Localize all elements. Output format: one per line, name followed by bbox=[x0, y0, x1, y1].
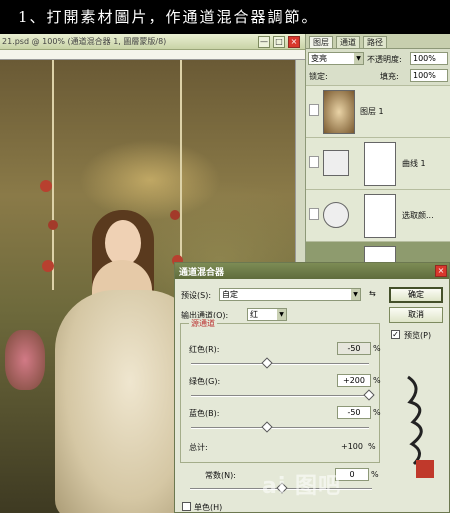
dialog-title: 通道混合器 bbox=[179, 268, 225, 278]
watermark-text: ai 图吧 bbox=[262, 474, 342, 499]
visibility-toggle[interactable] bbox=[309, 104, 319, 116]
preview-label: 预览(P) bbox=[404, 331, 432, 340]
output-channel-select[interactable]: 红 ▼ bbox=[247, 308, 287, 321]
layer-name: 图层 1 bbox=[360, 107, 384, 116]
layer-name: 曲线 1 bbox=[402, 159, 426, 168]
layers-panel: 图层 通道 路径 变亮 ▼ 不透明度: 100% 锁定: 填充: 100% 图层… bbox=[305, 34, 450, 279]
blue-slider-track[interactable] bbox=[191, 427, 369, 429]
visibility-toggle[interactable] bbox=[309, 156, 319, 168]
red-label: 红色(R): bbox=[189, 345, 220, 354]
blue-value-input[interactable]: -50 bbox=[337, 406, 371, 419]
flower bbox=[48, 220, 58, 230]
layer-row[interactable]: 图层 1 bbox=[306, 85, 450, 137]
flower bbox=[170, 210, 180, 220]
layer-thumbnail bbox=[323, 90, 355, 134]
fill-value: 100% bbox=[413, 71, 436, 80]
green-slider-thumb[interactable] bbox=[363, 389, 375, 401]
visibility-toggle[interactable] bbox=[309, 208, 319, 220]
minimize-button[interactable]: — bbox=[258, 36, 270, 48]
blue-slider-thumb[interactable] bbox=[261, 421, 273, 433]
percent-sign: % bbox=[373, 408, 381, 417]
chevron-down-icon: ▼ bbox=[277, 309, 286, 320]
document-title: 21.psd @ 100% (通道混合器 1, 圖層蒙版/8) bbox=[2, 37, 167, 46]
selective-color-icon bbox=[323, 202, 349, 228]
percent-sign: % bbox=[371, 470, 379, 479]
reset-button[interactable]: 取消 bbox=[389, 307, 443, 323]
banner-text: 1、打開素材圖片，作通道混合器調節。 bbox=[18, 8, 319, 26]
layer-mask-thumbnail bbox=[364, 142, 396, 186]
output-channel-value: 红 bbox=[250, 310, 258, 319]
monochrome-label: 单色(H) bbox=[194, 503, 223, 512]
blend-mode-select[interactable]: 变亮 ▼ bbox=[308, 52, 364, 65]
tab-layers[interactable]: 图层 bbox=[309, 36, 333, 48]
horizontal-ruler bbox=[0, 50, 305, 60]
preset-value: 自定 bbox=[222, 290, 238, 299]
red-value-input[interactable]: -50 bbox=[337, 342, 371, 355]
percent-sign: % bbox=[373, 376, 381, 385]
dialog-titlebar[interactable]: 通道混合器 × bbox=[175, 263, 449, 279]
preview-checkbox[interactable]: ✓ bbox=[391, 330, 400, 339]
monochrome-checkbox[interactable] bbox=[182, 502, 191, 511]
chevron-down-icon: ▼ bbox=[351, 289, 360, 300]
lock-label: 锁定: bbox=[309, 72, 328, 81]
maximize-button[interactable]: □ bbox=[273, 36, 285, 48]
panel-tabs: 图层 通道 路径 bbox=[306, 34, 450, 49]
opacity-value: 100% bbox=[413, 54, 436, 63]
close-button[interactable]: × bbox=[288, 36, 300, 48]
swing-rope-left bbox=[52, 60, 54, 290]
opacity-label: 不透明度: bbox=[367, 55, 402, 64]
dialog-close-button[interactable]: × bbox=[435, 265, 447, 277]
curves-adjustment-icon bbox=[323, 150, 349, 176]
total-label: 总计: bbox=[189, 443, 208, 452]
constant-label: 常数(N): bbox=[205, 471, 236, 480]
layer-mask-thumbnail bbox=[364, 194, 396, 238]
blend-mode-value: 变亮 bbox=[311, 54, 327, 63]
document-titlebar[interactable]: 21.psd @ 100% (通道混合器 1, 圖層蒙版/8) — □ × bbox=[0, 34, 305, 50]
green-slider-track[interactable] bbox=[191, 395, 369, 397]
instruction-banner: 1、打開素材圖片，作通道混合器調節。 bbox=[0, 0, 450, 34]
fill-input[interactable]: 100% bbox=[410, 69, 448, 82]
preset-options-icon[interactable]: ⇆ bbox=[369, 289, 376, 298]
fill-label: 填充: bbox=[380, 72, 399, 81]
red-slider-track[interactable] bbox=[191, 363, 369, 365]
percent-sign: % bbox=[373, 344, 381, 353]
red-slider-thumb[interactable] bbox=[261, 357, 273, 369]
layer-row[interactable]: 曲线 1 bbox=[306, 137, 450, 189]
green-label: 绿色(G): bbox=[189, 377, 221, 386]
tab-paths[interactable]: 路径 bbox=[363, 36, 387, 48]
green-value-input[interactable]: +200 bbox=[337, 374, 371, 387]
opacity-input[interactable]: 100% bbox=[410, 52, 448, 65]
total-value: +100 bbox=[341, 442, 363, 451]
tab-channels[interactable]: 通道 bbox=[336, 36, 360, 48]
source-channels-group: 源通道 红色(R): -50 % 绿色(G): +200 % 蓝色(B): -5… bbox=[180, 318, 381, 463]
percent-sign: % bbox=[368, 442, 376, 451]
source-channels-title: 源通道 bbox=[189, 318, 217, 329]
flower bbox=[40, 180, 52, 192]
ok-button[interactable]: 确定 bbox=[389, 287, 443, 303]
flower bbox=[42, 260, 54, 272]
preset-label: 预设(S): bbox=[181, 291, 212, 300]
calligraphy-signature-seal bbox=[407, 375, 434, 478]
layer-row[interactable]: 选取颜... bbox=[306, 189, 450, 241]
blue-label: 蓝色(B): bbox=[189, 409, 220, 418]
flower-bush-left bbox=[5, 330, 45, 390]
layer-name: 选取颜... bbox=[402, 211, 434, 220]
preset-select[interactable]: 自定 ▼ bbox=[219, 288, 361, 301]
chevron-down-icon: ▼ bbox=[354, 53, 363, 64]
